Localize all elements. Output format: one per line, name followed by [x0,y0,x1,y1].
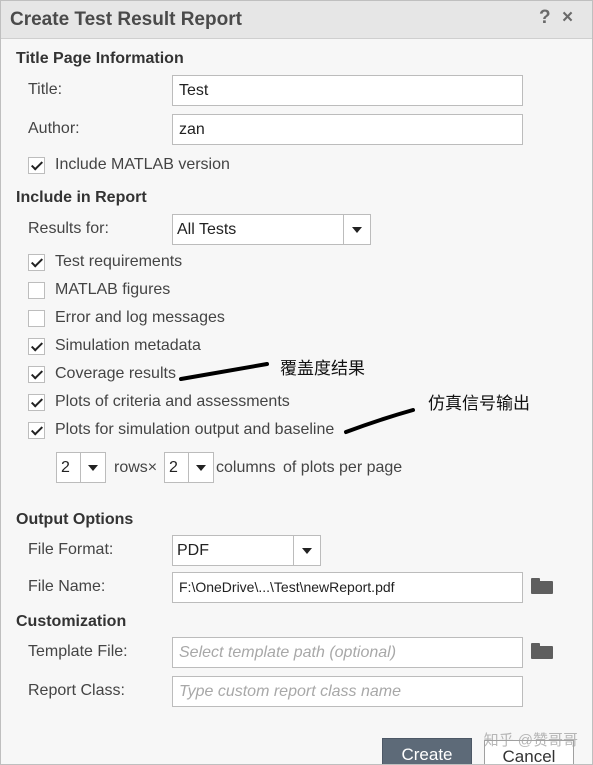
coverage-annotation: 覆盖度结果 [280,359,365,378]
watermark: 知乎 @赞哥哥 [483,732,578,749]
create-report-dialog: Create Test Result Report ? × Title Page… [0,0,593,765]
simulation-arrow-stroke [344,408,415,434]
annotation-strokes [179,362,415,434]
coverage-arrow-stroke [179,362,269,381]
simulation-annotation: 仿真信号输出 [428,394,530,413]
